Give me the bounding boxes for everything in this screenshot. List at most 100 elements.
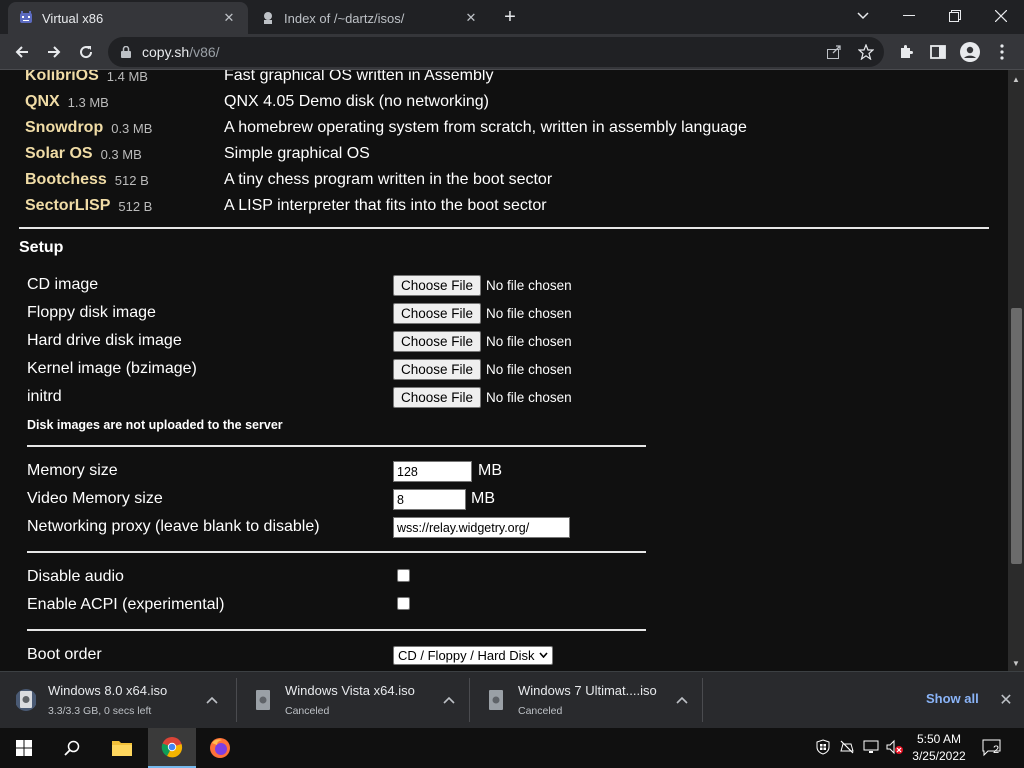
hard-drive-image-input[interactable]: Choose File No file chosen xyxy=(393,330,572,352)
networking-proxy-input[interactable]: wss://relay.widgetry.org/ xyxy=(393,517,570,538)
section-divider xyxy=(27,551,646,553)
chrome-taskbar-icon[interactable] xyxy=(148,728,196,768)
os-name[interactable]: SectorLISP xyxy=(25,197,110,215)
chevron-down-icon xyxy=(538,650,548,661)
os-list-item[interactable]: QNX 1.3 MB xyxy=(25,89,109,115)
enable-acpi-checkbox[interactable] xyxy=(397,597,410,610)
file-explorer-icon[interactable] xyxy=(98,728,146,768)
tab-search-icon[interactable] xyxy=(840,0,886,32)
choose-file-button[interactable]: Choose File xyxy=(393,274,482,296)
hard-drive-image-label: Hard drive disk image xyxy=(27,332,182,349)
choose-file-button[interactable]: Choose File xyxy=(393,386,482,408)
floppy-image-input[interactable]: Choose File No file chosen xyxy=(393,302,572,324)
download-item[interactable]: Windows Vista x64.iso Canceled xyxy=(237,672,469,728)
os-list-item[interactable]: Solar OS 0.3 MB xyxy=(25,141,142,167)
tab-strip: Virtual x86 ✕ Index of /~dartz/isos/ ✕ + xyxy=(0,0,1024,34)
side-panel-icon[interactable] xyxy=(926,38,950,66)
os-size: 1.4 MB xyxy=(106,70,148,84)
profile-icon[interactable] xyxy=(958,38,982,66)
initrd-label: initrd xyxy=(27,388,62,405)
menu-kebab-icon[interactable] xyxy=(990,38,1014,66)
download-shelf: Windows 8.0 x64.iso 3.3/3.3 GB, 0 secs l… xyxy=(0,671,1024,728)
os-description: A tiny chess program written in the boot… xyxy=(224,171,553,188)
restore-icon[interactable] xyxy=(932,0,978,32)
network-disconnected-icon[interactable] xyxy=(838,738,856,756)
chevron-up-icon[interactable] xyxy=(674,692,690,708)
notification-center-icon[interactable]: 2 xyxy=(982,739,1004,757)
download-status: Canceled xyxy=(518,705,563,717)
disc-file-icon xyxy=(489,690,503,710)
reload-icon[interactable] xyxy=(72,38,100,66)
address-bar[interactable]: copy.sh/v86/ xyxy=(108,37,884,67)
lock-icon[interactable] xyxy=(118,44,134,60)
os-description: QNX 4.05 Demo disk (no networking) xyxy=(224,93,489,110)
scroll-down-icon[interactable]: ▼ xyxy=(1008,656,1024,670)
chevron-up-icon[interactable] xyxy=(204,692,220,708)
os-name[interactable]: QNX xyxy=(25,93,60,111)
boot-order-value: CD / Floppy / Hard Disk xyxy=(398,648,535,663)
enable-acpi-label: Enable ACPI (experimental) xyxy=(27,596,225,613)
os-list-item[interactable]: Bootchess 512 B xyxy=(25,167,149,193)
disable-audio-label: Disable audio xyxy=(27,568,124,585)
choose-file-button[interactable]: Choose File xyxy=(393,358,482,380)
download-filename: Windows Vista x64.iso xyxy=(285,683,415,698)
search-icon[interactable] xyxy=(48,728,96,768)
forward-icon[interactable] xyxy=(40,38,68,66)
disable-audio-checkbox[interactable] xyxy=(397,569,410,582)
initrd-input[interactable]: Choose File No file chosen xyxy=(393,386,572,408)
scroll-up-icon[interactable]: ▲ xyxy=(1008,72,1024,86)
close-icon[interactable]: ✕ xyxy=(220,9,238,27)
windows-start-icon[interactable] xyxy=(0,728,48,768)
os-name[interactable]: KolibriOS xyxy=(25,70,99,85)
disc-file-icon xyxy=(256,690,270,710)
os-list-item[interactable]: KolibriOS 1.4 MB xyxy=(25,70,148,89)
os-size: 0.3 MB xyxy=(100,146,142,162)
download-item[interactable]: Windows 7 Ultimat....iso Canceled xyxy=(470,672,702,728)
choose-file-button[interactable]: Choose File xyxy=(393,330,482,352)
cd-image-input[interactable]: Choose File No file chosen xyxy=(393,274,572,296)
minimize-icon[interactable] xyxy=(886,0,932,32)
firefox-icon[interactable] xyxy=(196,728,244,768)
os-name[interactable]: Solar OS xyxy=(25,145,93,163)
monitor-tray-icon[interactable] xyxy=(862,738,880,756)
chevron-up-icon[interactable] xyxy=(441,692,457,708)
os-description: Simple graphical OS xyxy=(224,145,370,162)
taskbar-clock[interactable]: 5:50 AM 3/25/2022 xyxy=(912,731,966,765)
memory-size-input[interactable]: 128 xyxy=(393,461,472,482)
file-status: No file chosen xyxy=(486,389,572,405)
section-divider xyxy=(19,227,989,229)
floppy-image-label: Floppy disk image xyxy=(27,304,156,321)
kernel-image-input[interactable]: Choose File No file chosen xyxy=(393,358,572,380)
section-divider xyxy=(27,445,646,447)
volume-muted-icon[interactable] xyxy=(886,738,904,756)
new-tab-button[interactable]: + xyxy=(498,5,522,29)
extensions-icon[interactable] xyxy=(894,38,918,66)
os-size: 0.3 MB xyxy=(111,120,153,136)
choose-file-button[interactable]: Choose File xyxy=(393,302,482,324)
memory-unit: MB xyxy=(478,462,502,479)
back-icon[interactable] xyxy=(8,38,36,66)
os-name[interactable]: Bootchess xyxy=(25,171,107,189)
window-close-icon[interactable] xyxy=(978,0,1024,32)
close-icon[interactable]: ✕ xyxy=(462,9,480,27)
video-memory-input[interactable]: 8 xyxy=(393,489,466,510)
tab-virtual-x86[interactable]: Virtual x86 ✕ xyxy=(8,2,248,34)
download-status: 3.3/3.3 GB, 0 secs left xyxy=(48,705,152,717)
tab-index-isos[interactable]: Index of /~dartz/isos/ ✕ xyxy=(250,2,490,34)
boot-order-select[interactable]: CD / Floppy / Hard Disk xyxy=(393,646,553,665)
os-list-item[interactable]: Snowdrop 0.3 MB xyxy=(25,115,152,141)
boot-order-label: Boot order xyxy=(27,646,102,663)
scrollbar-thumb[interactable] xyxy=(1011,308,1022,564)
video-memory-label: Video Memory size xyxy=(27,490,163,507)
download-filename: Windows 8.0 x64.iso xyxy=(48,683,168,698)
windows-taskbar: 5:50 AM 3/25/2022 2 xyxy=(0,728,1024,768)
os-description: A LISP interpreter that fits into the bo… xyxy=(224,197,547,214)
os-list-item[interactable]: SectorLISP 512 B xyxy=(25,193,152,219)
bookmark-star-icon[interactable] xyxy=(858,44,874,60)
download-item[interactable]: Windows 8.0 x64.iso 3.3/3.3 GB, 0 secs l… xyxy=(0,672,232,728)
security-tray-icon[interactable] xyxy=(814,738,832,756)
show-all-button[interactable]: Show all xyxy=(926,691,979,706)
share-icon[interactable] xyxy=(826,44,842,60)
os-name[interactable]: Snowdrop xyxy=(25,119,103,137)
close-shelf-icon[interactable]: ✕ xyxy=(996,690,1016,710)
